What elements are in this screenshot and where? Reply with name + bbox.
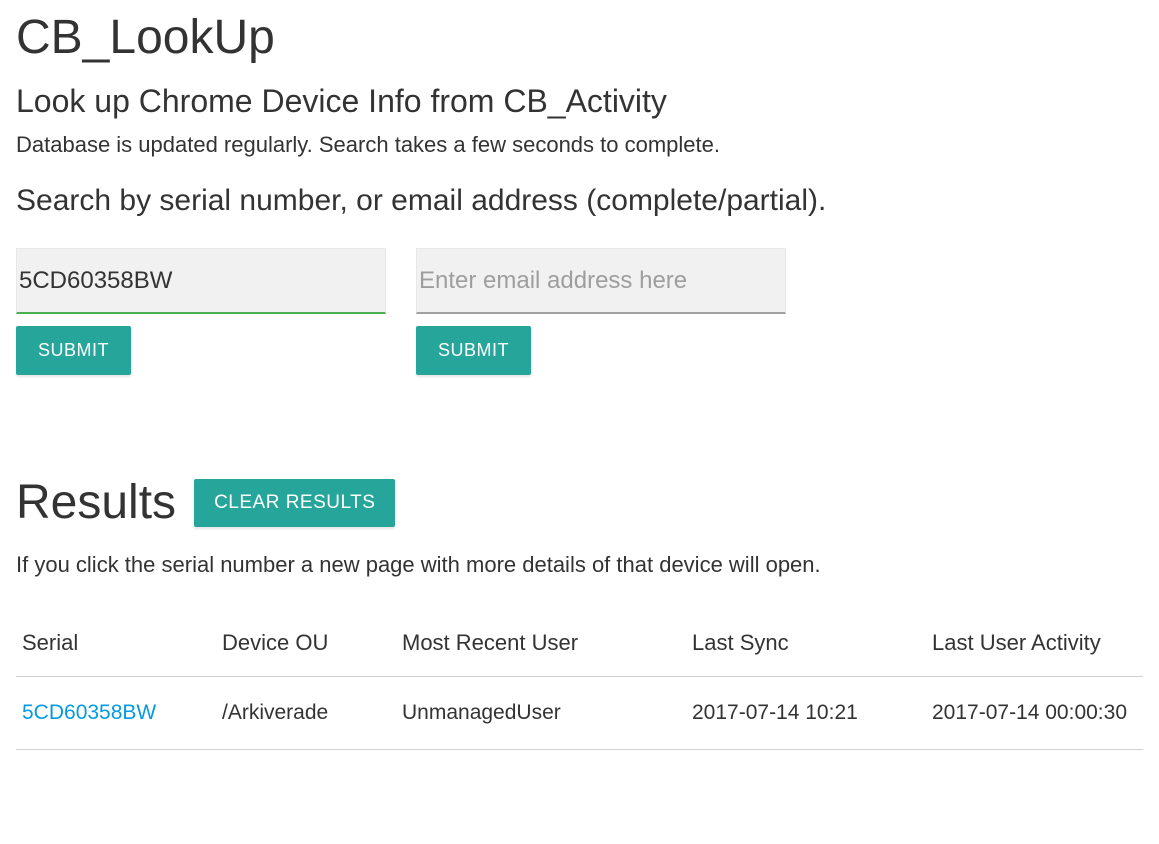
col-last-sync: Last Sync [686, 618, 926, 677]
col-serial: Serial [16, 618, 216, 677]
page-subtitle: Look up Chrome Device Info from CB_Activ… [16, 83, 1143, 120]
col-last-user-activity: Last User Activity [926, 618, 1143, 677]
cell-last-user-activity: 2017-07-14 00:00:30 [926, 677, 1143, 750]
table-header-row: Serial Device OU Most Recent User Last S… [16, 618, 1143, 677]
search-row: SUBMIT SUBMIT [16, 248, 1143, 375]
search-email-column: SUBMIT [416, 248, 786, 375]
table-row: 5CD60358BW /Arkiverade UnmanagedUser 201… [16, 677, 1143, 750]
cell-device-ou: /Arkiverade [216, 677, 396, 750]
search-serial-column: SUBMIT [16, 248, 386, 375]
col-device-ou: Device OU [216, 618, 396, 677]
cell-last-sync: 2017-07-14 10:21 [686, 677, 926, 750]
cell-most-recent-user: UnmanagedUser [396, 677, 686, 750]
results-table: Serial Device OU Most Recent User Last S… [16, 618, 1143, 750]
serial-input[interactable] [16, 248, 386, 314]
email-input[interactable] [416, 248, 786, 314]
page-description: Database is updated regularly. Search ta… [16, 132, 1143, 158]
clear-results-button[interactable]: CLEAR RESULTS [194, 479, 395, 527]
serial-submit-button[interactable]: SUBMIT [16, 326, 131, 375]
col-most-recent-user: Most Recent User [396, 618, 686, 677]
serial-link[interactable]: 5CD60358BW [22, 701, 156, 724]
page-title: CB_LookUp [16, 10, 1143, 65]
results-header: Results CLEAR RESULTS [16, 475, 1143, 530]
results-hint: If you click the serial number a new pag… [16, 552, 1143, 578]
email-submit-button[interactable]: SUBMIT [416, 326, 531, 375]
results-title: Results [16, 475, 176, 530]
search-heading: Search by serial number, or email addres… [16, 184, 1143, 218]
